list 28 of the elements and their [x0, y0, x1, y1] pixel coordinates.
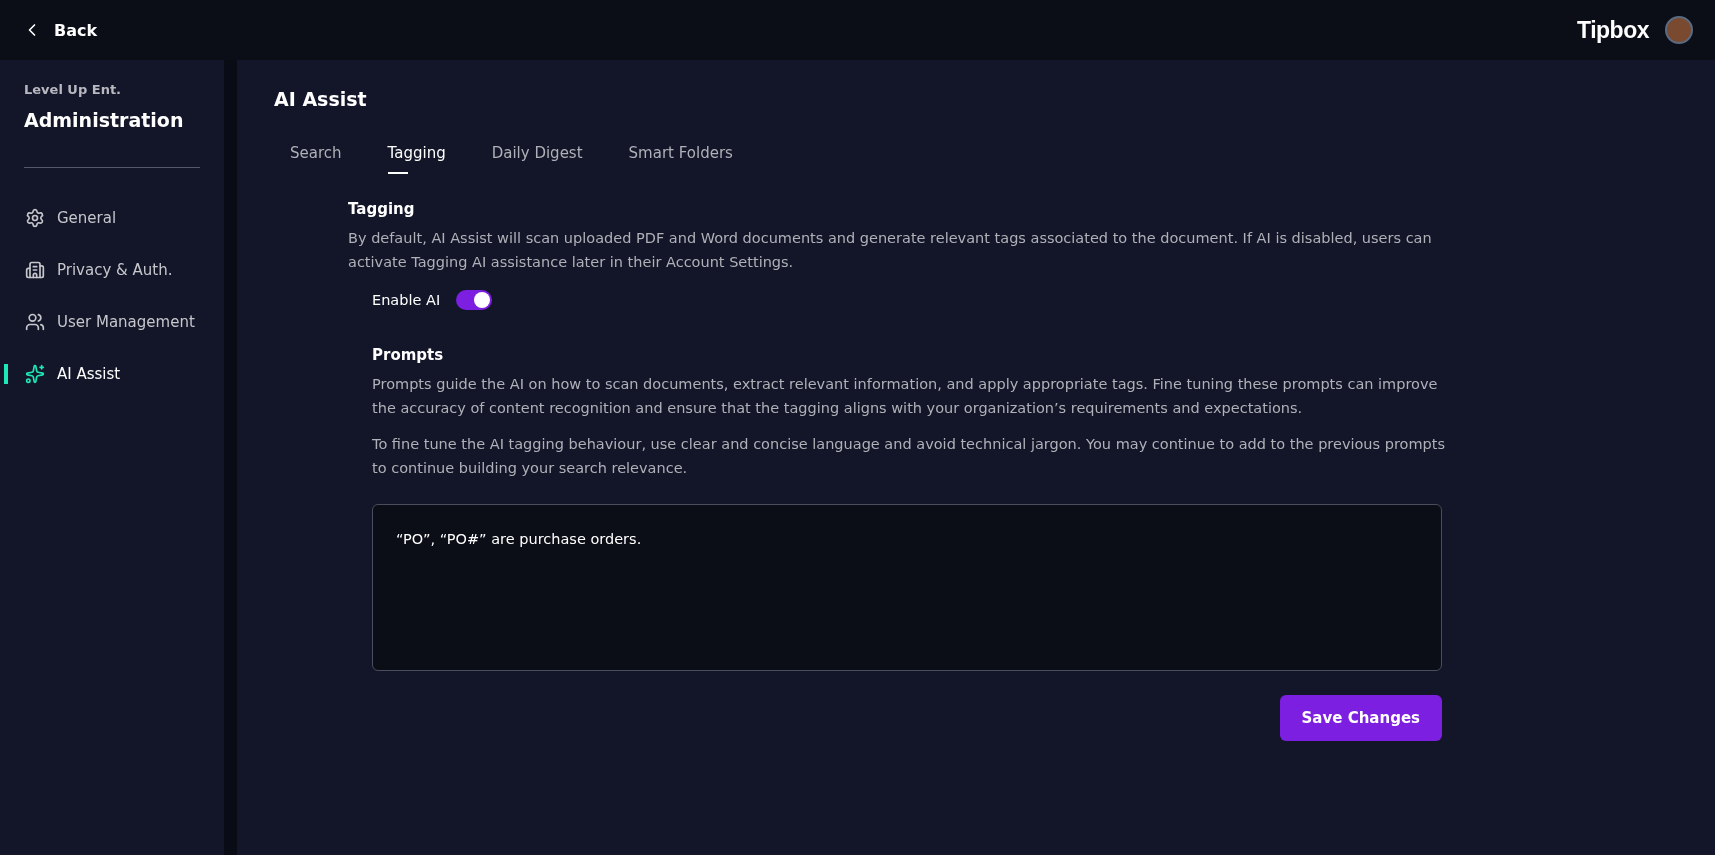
- sidebar-title: Administration: [23, 109, 185, 131]
- tab[interactable]: Daily Digest: [491, 144, 583, 174]
- prompts-description: Prompts guide the AI on how to scan documents, extract relevant information, and apply appropriate tags. Fine tuning these prompts can improve the accuracy of content recognition and ensure that the tagging aligns with your organization’s requirements and expectations.: [372, 375, 1439, 418]
- toggle-switch[interactable]: [456, 290, 493, 310]
- prompts-title: Prompts: [372, 346, 445, 364]
- toggle-label: Enable AI: [372, 292, 441, 308]
- sidebar-item[interactable]: Privacy & Auth.: [0, 244, 224, 296]
- prompts-description: To fine tune the AI tagging behaviour, use clear and concise language and avoid technical jargon. You may continue to add to the previous prompts to continue building your search relevance.: [372, 435, 1446, 478]
- organization-name: Level Up Ent.: [23, 82, 123, 97]
- save-button[interactable]: Save Changes: [1279, 695, 1442, 741]
- users-icon: [25, 312, 45, 332]
- back-button[interactable]: Back: [22, 20, 98, 40]
- sparkles-icon: [25, 364, 45, 384]
- tab[interactable]: Search: [290, 144, 342, 174]
- sidebar-item[interactable]: General: [0, 192, 224, 244]
- building-icon: [25, 260, 45, 280]
- sidebar-item[interactable]: AI Assist: [0, 348, 224, 400]
- prompt-input[interactable]: “PO”, “PO#” are purchase orders.: [372, 504, 1442, 671]
- active-indicator: [4, 364, 8, 384]
- logo: Tipbox: [1577, 16, 1649, 44]
- page-title: AI Assist: [274, 88, 368, 110]
- section-title: Tagging: [348, 200, 416, 218]
- sidebar-item[interactable]: User Management: [0, 296, 224, 348]
- avatar[interactable]: [1665, 16, 1693, 44]
- tab[interactable]: Tagging: [387, 144, 446, 174]
- gear-icon: [25, 208, 45, 228]
- tab[interactable]: Smart Folders: [628, 144, 733, 174]
- section-description: By default, AI Assist will scan uploaded PDF and Word documents and generate relevant tags associated to the document. If AI is disabled, users can activate Tagging AI assistance later in their Account Settings.: [348, 229, 1433, 272]
